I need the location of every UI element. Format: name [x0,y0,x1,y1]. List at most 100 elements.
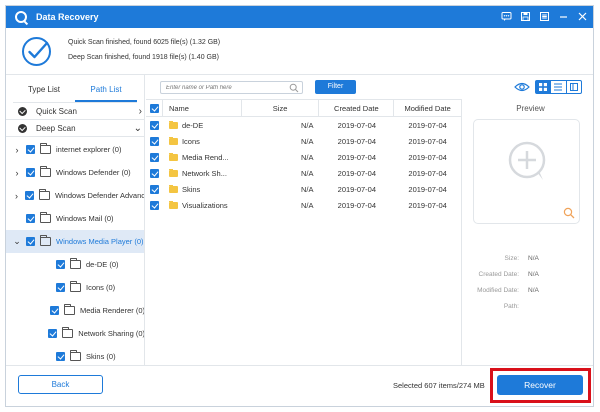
tree-item[interactable]: de-DE (0) [6,253,144,276]
quick-scan-row[interactable]: Quick Scan › [6,103,144,120]
tab-type-list[interactable]: Type List [13,81,75,102]
search-icon[interactable] [289,83,299,93]
quick-scan-check-icon [18,106,27,116]
tree-item[interactable]: Icons (0) [6,276,144,299]
row-checkbox[interactable] [146,184,163,194]
menu-icon[interactable] [538,10,551,23]
file-name: Icons [181,136,200,146]
recover-button[interactable]: Recover [497,375,583,395]
chevron-down-icon[interactable]: ⌄ [12,236,22,247]
cell-modified-date: 2019-07-04 [408,168,447,178]
preview-pane [473,119,580,224]
row-checkbox[interactable] [146,168,163,178]
quick-scan-status: Quick Scan finished, found 6025 file(s) … [68,39,221,46]
cell-size: N/A [300,200,314,210]
tree-item-checkbox[interactable] [56,283,65,292]
cell-size: N/A [300,184,314,194]
column-name[interactable]: Name [163,99,242,117]
deep-scan-label: Deep Scan [36,123,76,133]
tree-item-checkbox[interactable] [26,214,35,223]
cell-size: N/A [300,168,314,178]
tree-item-checkbox[interactable] [56,260,65,269]
tree-item[interactable]: Skins (0) [6,345,144,365]
folder-icon [70,258,81,269]
cell-size: N/A [300,152,314,162]
folder-icon [40,143,51,154]
back-button[interactable]: Back [18,375,103,394]
tree-item-checkbox[interactable] [24,191,34,200]
tree-item-checkbox[interactable] [26,168,35,177]
row-checkbox[interactable] [146,136,163,146]
column-modified-date[interactable]: Modified Date [394,100,461,117]
folder-icon [168,168,178,177]
preview-field-value: N/A [528,287,539,294]
row-checkbox[interactable] [146,120,163,130]
selected-summary: Selected 607 items/274 MB [393,381,485,390]
tree-item-checkbox[interactable] [56,352,65,361]
cell-created-date: 2019-07-04 [337,136,377,146]
left-panel: Type List Path List Quick Scan › Deep Sc… [6,75,145,365]
deep-scan-row[interactable]: Deep Scan ⌄ [6,120,144,137]
chevron-right-icon[interactable]: › [12,168,22,178]
cell-name: Visualizations [163,200,242,210]
zoom-icon [508,141,546,180]
tree-item[interactable]: › internet explorer (0) [6,138,144,161]
check-circle-icon [22,37,51,66]
tree-item-label: de-DE (0) [86,260,119,269]
detail-view-icon[interactable] [567,81,581,93]
folder-icon [62,327,74,338]
preview-field-value: N/A [528,271,539,278]
preview-field-value: N/A [528,255,539,262]
tree-item-checkbox[interactable] [26,145,35,154]
tree-item-checkbox[interactable] [48,329,58,338]
preview-field-key: Created Date: [478,271,519,278]
table-row[interactable]: Network Sh... N/A 2019-07-04 2019-07-04 [146,165,461,181]
title-bar: Data Recovery [6,6,593,28]
tree-item-checkbox[interactable] [49,306,59,315]
minimize-icon[interactable] [557,10,570,23]
table-row[interactable]: de-DE N/A 2019-07-04 2019-07-04 [146,117,461,133]
row-checkbox[interactable] [146,152,163,162]
tree-item[interactable]: Network Sharing (0) [6,322,144,345]
file-name: Skins [181,184,201,194]
folder-icon [168,152,178,161]
cell-modified-date: 2019-07-04 [408,120,447,130]
column-size[interactable]: Size [242,99,320,117]
chevron-right-icon[interactable]: › [12,191,21,201]
close-icon[interactable] [576,10,589,23]
folder-icon [40,166,51,177]
cell-modified-date: 2019-07-04 [408,200,447,210]
row-checkbox[interactable] [146,200,163,210]
feedback-icon[interactable] [500,10,513,23]
tree-item[interactable]: Windows Mail (0) [6,207,144,230]
eye-icon[interactable] [514,80,530,94]
chevron-down-icon: ⌄ [133,122,142,134]
cell-created-date: 2019-07-04 [337,152,377,162]
search-box[interactable] [160,81,303,94]
save-icon[interactable] [519,10,532,23]
tree-item[interactable]: › Windows Defender Advanc [6,184,144,207]
app-window: Data Recovery Quick Scan finished, found… [5,5,594,407]
tree-item[interactable]: Media Renderer (0) [6,299,144,322]
filter-button[interactable]: Filter [315,80,356,94]
preview-search-icon[interactable] [563,207,575,219]
table-row[interactable]: Visualizations N/A 2019-07-04 2019-07-04 [146,197,461,213]
app-logo-icon [15,11,27,23]
column-created-date[interactable]: Created Date [319,99,395,117]
chevron-right-icon[interactable]: › [12,145,22,155]
folder-icon [168,200,178,209]
tree-item[interactable]: ⌄ Windows Media Player (0) [6,230,144,253]
grid-view-icon[interactable] [536,81,552,93]
select-all-checkbox[interactable] [146,99,163,117]
folder-icon [168,120,178,129]
table-row[interactable]: Icons N/A 2019-07-04 2019-07-04 [146,133,461,149]
search-input[interactable] [161,82,286,94]
tree-item[interactable]: › Windows Defender (0) [6,161,144,184]
tab-path-list[interactable]: Path List [75,81,137,102]
tree-item-checkbox[interactable] [26,237,35,246]
list-view-icon[interactable] [551,81,567,93]
table-row[interactable]: Media Rend... N/A 2019-07-04 2019-07-04 [146,149,461,165]
table-row[interactable]: Skins N/A 2019-07-04 2019-07-04 [146,181,461,197]
file-table: Name Size Created Date Modified Date de-… [146,99,462,365]
cell-size: N/A [300,120,314,130]
